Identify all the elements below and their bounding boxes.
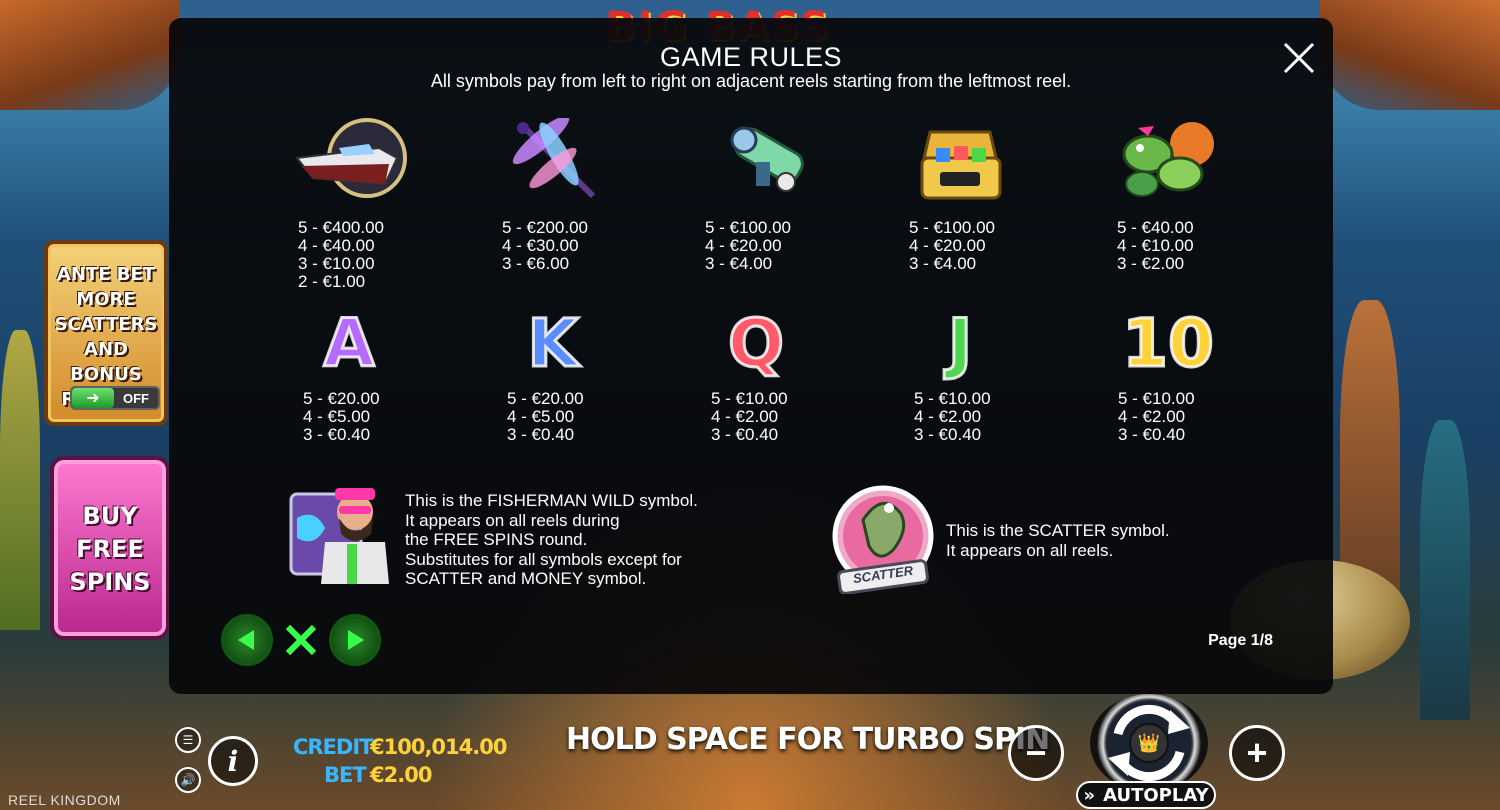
bet-value: €2.00 — [370, 763, 432, 787]
pay-line: 4 - €40.00 — [298, 236, 375, 255]
arrow-right-icon: ➜ — [72, 388, 114, 408]
letter-k-icon: K — [526, 305, 580, 382]
fish-lures-icon — [1108, 118, 1228, 208]
tackle-box-icon — [900, 118, 1020, 208]
info-icon: i — [227, 744, 239, 778]
page-navigation — [221, 614, 381, 666]
background-seaweed — [0, 330, 40, 630]
pay-line: 5 - €400.00 — [298, 218, 385, 237]
pay-line: 4 - €5.00 — [303, 407, 371, 426]
pay-line: 3 - €6.00 — [502, 254, 570, 273]
previous-page-button[interactable] — [221, 614, 273, 666]
wild-description: This is the FISHERMAN WILD symbol. It ap… — [405, 491, 698, 588]
pay-line: 5 - €40.00 — [1117, 218, 1194, 237]
pay-line: 5 - €200.00 — [502, 218, 589, 237]
background-seaweed — [1420, 420, 1470, 720]
pay-line: 5 - €100.00 — [705, 218, 792, 237]
pay-line: 4 - €5.00 — [507, 407, 575, 426]
pay-line: 3 - €0.40 — [303, 425, 371, 444]
close-icon[interactable] — [1279, 38, 1319, 78]
pay-line: 3 - €4.00 — [705, 254, 773, 273]
number-10-icon: 10 — [1121, 305, 1216, 382]
pay-line: 5 - €100.00 — [909, 218, 996, 237]
pay-line: 4 - €30.00 — [502, 236, 579, 255]
letter-q-icon: Q — [726, 305, 785, 382]
menu-icon: ☰ — [182, 733, 194, 747]
close-icon — [285, 624, 317, 656]
speedboat-icon — [289, 118, 409, 208]
arrow-left-icon — [238, 630, 254, 650]
pay-line: 5 - €10.00 — [711, 389, 788, 408]
pay-line: 5 - €20.00 — [303, 389, 380, 408]
buy-free-spins-button[interactable]: BUY FREE SPINS — [50, 456, 170, 640]
page-indicator: Page 1/8 — [1208, 632, 1273, 649]
credit-label: CREDIT — [293, 735, 373, 759]
arrow-right-icon — [348, 630, 364, 650]
pay-line: 4 - €2.00 — [711, 407, 779, 426]
pay-line: 3 - €0.40 — [711, 425, 779, 444]
pay-line: 4 - €2.00 — [1118, 407, 1186, 426]
ante-bet-toggle[interactable]: ➜ OFF — [70, 386, 160, 410]
buy-free-spins-label: BUY FREE SPINS — [69, 502, 151, 596]
modal-subtitle: All symbols pay from left to right on ad… — [430, 71, 1072, 91]
dragonfly-icon — [493, 118, 613, 208]
pay-line: 3 - €4.00 — [909, 254, 977, 273]
scatter-icon: SCATTER — [829, 480, 937, 595]
autoplay-label: AUTOPLAY — [1103, 784, 1209, 806]
speaker-icon: 🔊 — [180, 773, 196, 787]
game-rules-modal: GAME RULES All symbols pay from left to … — [169, 18, 1333, 694]
pay-line: 3 - €0.40 — [1118, 425, 1186, 444]
background-cliff-left — [0, 0, 180, 110]
autoplay-button[interactable]: » AUTOPLAY — [1076, 781, 1216, 809]
spin-button[interactable]: 👑 — [1090, 694, 1208, 792]
gorilla-king-icon: 👑 — [1129, 723, 1169, 763]
pay-line: 3 - €10.00 — [298, 254, 375, 273]
modal-title: GAME RULES — [659, 42, 843, 72]
letter-j-icon: J — [946, 305, 974, 382]
pay-line: 5 - €20.00 — [507, 389, 584, 408]
pay-line: 4 - €20.00 — [705, 236, 782, 255]
pay-line: 3 - €0.40 — [507, 425, 575, 444]
minus-icon: − — [1025, 732, 1047, 773]
decrease-bet-button[interactable]: − — [1008, 725, 1064, 781]
scatter-description: This is the SCATTER symbol. It appears o… — [946, 521, 1170, 560]
bet-label: BET — [324, 763, 367, 787]
letter-a-icon: A — [322, 305, 376, 382]
sound-button[interactable]: 🔊 — [175, 767, 201, 793]
pay-line: 4 - €2.00 — [914, 407, 982, 426]
pay-line: 3 - €2.00 — [1117, 254, 1185, 273]
close-rules-button[interactable] — [273, 614, 329, 666]
fishing-reel-icon — [696, 118, 816, 208]
autoplay-icon: » — [1083, 784, 1096, 806]
brand-label: REEL KINGDOM — [8, 792, 121, 808]
plus-icon: + — [1246, 732, 1268, 773]
pay-line: 5 - €10.00 — [1118, 389, 1195, 408]
fisherman-wild-icon — [285, 478, 397, 586]
next-page-button[interactable] — [329, 614, 381, 666]
pay-line: 4 - €10.00 — [1117, 236, 1194, 255]
turbo-spin-hint: HOLD SPACE FOR TURBO SPIN — [566, 722, 1050, 757]
pay-line: 4 - €20.00 — [909, 236, 986, 255]
pay-line: 3 - €0.40 — [914, 425, 982, 444]
pay-line: 5 - €10.00 — [914, 389, 991, 408]
background-cliff-right — [1320, 0, 1500, 110]
credit-value: €100,014.00 — [370, 735, 507, 759]
ante-bet-panel[interactable]: ANTE BET MORE SCATTERS AND BONUS REPEATS… — [44, 240, 168, 426]
menu-button[interactable]: ☰ — [175, 727, 201, 753]
info-button[interactable]: i — [208, 736, 258, 786]
increase-bet-button[interactable]: + — [1229, 725, 1285, 781]
pay-line: 2 - €1.00 — [298, 272, 366, 291]
ante-bet-toggle-state: OFF — [123, 390, 149, 406]
